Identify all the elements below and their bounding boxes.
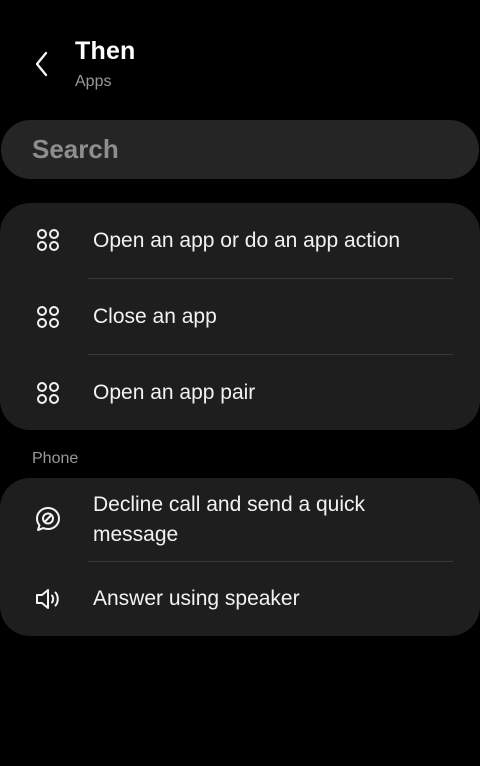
message-decline-icon [34, 505, 62, 533]
list-item-label: Answer using speaker [93, 587, 300, 610]
back-button[interactable] [22, 44, 62, 84]
section-header-phone: Phone [32, 450, 79, 467]
list-item-label: Open an app or do an app action [93, 229, 401, 252]
search-field[interactable]: Search [1, 120, 479, 179]
apps-grid-icon [34, 303, 62, 331]
page-title: Then [75, 37, 136, 65]
list-item-label: Decline call and send a quick message [93, 493, 365, 546]
list-item-open-app-pair[interactable]: Open an app pair [0, 355, 480, 430]
search-placeholder: Search [32, 134, 119, 164]
list-item-label: Open an app pair [93, 381, 256, 404]
list-item-close-app[interactable]: Close an app [0, 279, 480, 354]
app-header: Then Apps [0, 0, 480, 110]
page-subtitle: Apps [75, 73, 112, 90]
speaker-icon [34, 585, 62, 613]
apps-grid-icon [34, 379, 62, 407]
list-item-open-app[interactable]: Open an app or do an app action [0, 203, 480, 278]
apps-grid-icon [34, 226, 62, 254]
chevron-left-icon [35, 51, 48, 77]
list-item-decline-call[interactable]: Decline call and send a quick message [0, 478, 480, 561]
list-item-label: Close an app [93, 305, 217, 328]
phone-actions-card: Decline call and send a quick message An… [0, 478, 480, 636]
list-item-answer-speaker[interactable]: Answer using speaker [0, 562, 480, 636]
apps-actions-card: Open an app or do an app action Close an… [0, 203, 480, 430]
